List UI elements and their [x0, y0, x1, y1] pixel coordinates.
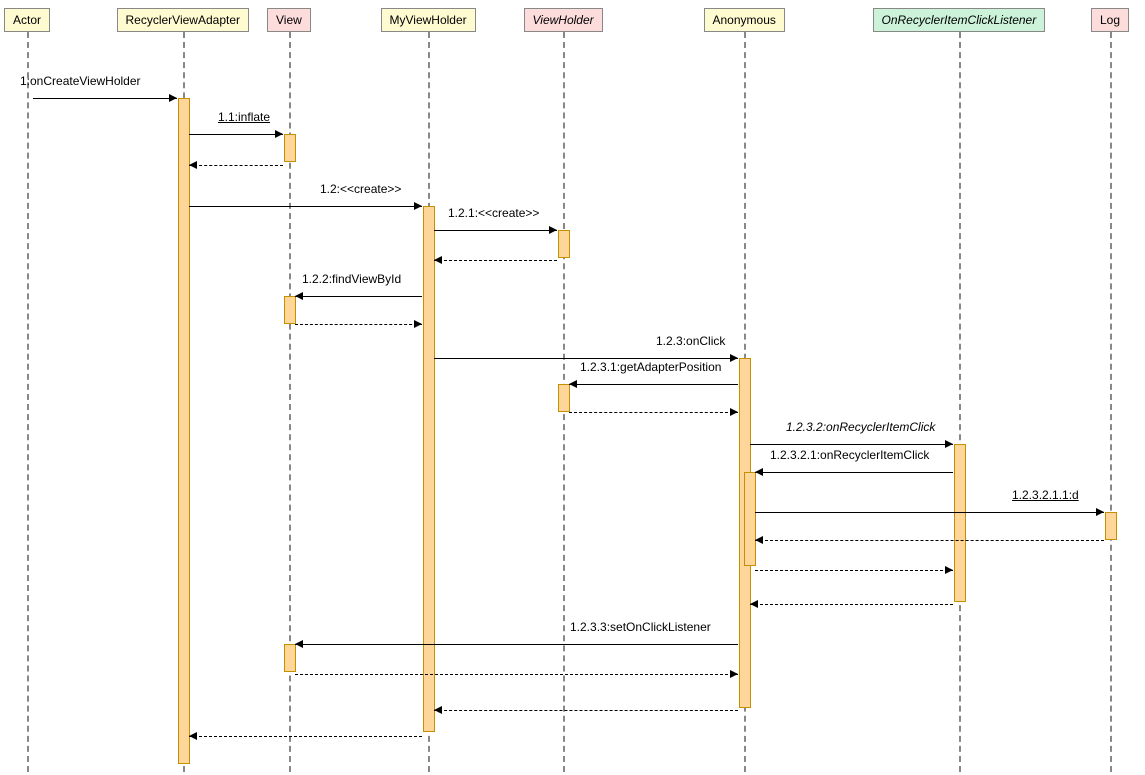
m1_2_3_3-label: 1.2.3.3:setOnClickListener	[570, 620, 711, 634]
m1_2_3_2-arrowhead	[945, 440, 953, 448]
r1_2_3	[434, 698, 738, 714]
r1_2_1-line	[434, 260, 557, 261]
r1_2_3_1	[569, 400, 738, 416]
participant-rva: RecyclerViewAdapter	[117, 8, 250, 32]
lifeline-log	[1110, 32, 1112, 772]
m1_1: 1.1:inflate	[189, 122, 283, 138]
m1_1-line	[189, 134, 283, 135]
m1_2_2: 1.2.2:findViewById	[295, 284, 422, 300]
r1_2_2-line	[295, 324, 422, 325]
r1_2_3_1-arrowhead	[730, 408, 738, 416]
m1_2_3_2_1-label: 1.2.3.2.1:onRecyclerItemClick	[770, 448, 929, 462]
m1_2-arrowhead	[414, 202, 422, 210]
r1_2_2-arrowhead	[414, 320, 422, 328]
r1_2_3_3-arrowhead	[730, 670, 738, 678]
r1_2_2	[295, 312, 422, 328]
m1_2_1-line	[434, 230, 557, 231]
r1_2_1-arrowhead	[434, 256, 442, 264]
m1-label: 1:onCreateViewHolder	[20, 74, 141, 88]
participant-log: Log	[1091, 8, 1129, 32]
m1_2_3_1: 1.2.3.1:getAdapterPosition	[569, 372, 738, 388]
m1_2_3_1-arrowhead	[569, 380, 577, 388]
m1_2_3_1-line	[569, 384, 738, 385]
participant-oricl: OnRecyclerItemClickListener	[873, 8, 1046, 32]
r1_2_3_2_1	[755, 558, 953, 574]
participant-vh: ViewHolder	[524, 8, 603, 32]
participant-myvh: MyViewHolder	[381, 8, 476, 32]
m1_2_3_2_1-line	[755, 472, 953, 473]
m1: 1:onCreateViewHolder	[33, 86, 177, 102]
m1_2_1: 1.2.1:<<create>>	[434, 218, 557, 234]
m1_2_3-line	[434, 358, 738, 359]
m1_2-label: 1.2:<<create>>	[320, 182, 401, 196]
activation-a-myvh	[423, 206, 435, 732]
m1_2_3_3: 1.2.3.3:setOnClickListener	[295, 632, 738, 648]
r1_1-line	[189, 165, 283, 166]
r1_2_3_2_1_1	[755, 528, 1104, 544]
m1_2_3_1-label: 1.2.3.1:getAdapterPosition	[580, 360, 721, 374]
activation-a-vh	[558, 230, 570, 258]
m1_2_2-arrowhead	[295, 292, 303, 300]
activation-a-view1	[284, 134, 296, 162]
m1_2_3_3-line	[295, 644, 738, 645]
m1_1-label: 1.1:inflate	[218, 110, 270, 124]
m1-line	[33, 98, 177, 99]
m1_2_3_2_1-arrowhead	[755, 468, 763, 476]
activation-a-oricl	[954, 444, 966, 602]
participant-view: View	[267, 8, 311, 32]
r1_2_3_2_1_1-arrowhead	[755, 536, 763, 544]
r1_2_3_2_1-arrowhead	[945, 566, 953, 574]
r1_2_3_2-arrowhead	[750, 600, 758, 608]
m1_2_3_3-arrowhead	[295, 640, 303, 648]
m1_2_3_2_1: 1.2.3.2.1:onRecyclerItemClick	[755, 460, 953, 476]
m1_2_3_2_1_1-line	[755, 512, 1104, 513]
sequence-diagram: Actor RecyclerViewAdapter View MyViewHolder…	[0, 0, 1145, 775]
participant-actor: Actor	[4, 8, 50, 32]
lifeline-oricl	[959, 32, 961, 772]
m1_2_1-arrowhead	[549, 226, 557, 234]
m1_2_3_2-line	[750, 444, 953, 445]
m1_2_1-label: 1.2.1:<<create>>	[448, 206, 539, 220]
m1_2_3_2_1_1: 1.2.3.2.1.1:d	[755, 500, 1104, 516]
activation-a-log	[1105, 512, 1117, 540]
r1_2_3_3	[295, 662, 738, 678]
r1_1	[189, 153, 283, 169]
r1_2_3_1-line	[569, 412, 738, 413]
r1_2-line	[189, 736, 422, 737]
m1_2_3-arrowhead	[730, 354, 738, 362]
r1_2_3_2_1_1-line	[755, 540, 1104, 541]
m1_2_3_2_1_1-label: 1.2.3.2.1.1:d	[1012, 488, 1079, 502]
m1_2_3_2_1_1-arrowhead	[1096, 508, 1104, 516]
r1_2_3_2	[750, 592, 953, 608]
r1_1-arrowhead	[189, 161, 197, 169]
r1_2_3-arrowhead	[434, 706, 442, 714]
activation-a-anon2	[744, 472, 756, 566]
r1_2_1	[434, 248, 557, 264]
r1_2_3_2-line	[750, 604, 953, 605]
lifeline-actor	[27, 32, 29, 772]
participant-anon: Anonymous	[704, 8, 785, 32]
m1_2_3_2-label: 1.2.3.2:onRecyclerItemClick	[786, 420, 935, 434]
r1_2_3-line	[434, 710, 738, 711]
m1_2_3-label: 1.2.3:onClick	[656, 334, 725, 348]
m1_2_2-line	[295, 296, 422, 297]
m1_2-line	[189, 206, 422, 207]
r1_2_3_3-line	[295, 674, 738, 675]
m1-arrowhead	[169, 94, 177, 102]
r1_2-arrowhead	[189, 732, 197, 740]
m1_2_2-label: 1.2.2:findViewById	[302, 272, 401, 286]
m1_1-arrowhead	[275, 130, 283, 138]
r1_2_3_2_1-line	[755, 570, 953, 571]
r1_2	[189, 724, 422, 740]
m1_2: 1.2:<<create>>	[189, 194, 422, 210]
m1_2_3_2: 1.2.3.2:onRecyclerItemClick	[750, 432, 953, 448]
